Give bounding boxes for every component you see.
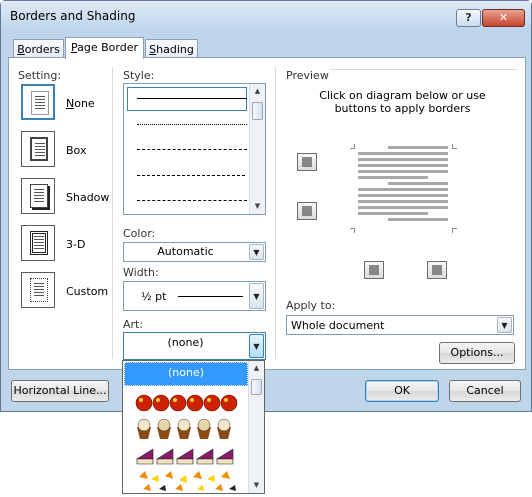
candy-corn-art-icon — [139, 471, 236, 491]
page-shadow-icon — [30, 184, 48, 208]
top-border-icon — [302, 157, 312, 167]
tab-page-border[interactable]: Page Border — [65, 37, 144, 59]
style-selected-item[interactable] — [127, 87, 247, 111]
preview-text-line — [388, 146, 448, 149]
balloons-art-icon — [135, 394, 238, 412]
page-custom-icon — [30, 278, 48, 302]
horizontal-line-button[interactable]: Horizontal Line... — [11, 380, 109, 402]
art-dropdown-list[interactable]: (none) ▲ ▼ — [122, 360, 265, 494]
style-solid-line[interactable] — [137, 98, 247, 99]
scroll-down-icon[interactable]: ▼ — [250, 199, 265, 214]
cake-slices-art-icon — [135, 448, 234, 465]
right-border-icon — [432, 265, 442, 275]
width-value: ½ pt — [141, 290, 167, 303]
scroll-up-icon[interactable]: ▲ — [249, 361, 264, 376]
setting-label: Setting: — [18, 69, 62, 82]
preview-rule — [330, 69, 517, 70]
page-box-icon — [30, 137, 48, 161]
preview-text-line — [358, 206, 448, 209]
dropdown-arrow-icon[interactable]: ▼ — [497, 317, 512, 333]
scroll-down-icon[interactable]: ▼ — [249, 478, 264, 493]
preview-text-line — [388, 182, 448, 185]
preview-text-line — [358, 164, 448, 167]
style-scrollbar[interactable]: ▲ ▼ — [249, 84, 265, 214]
width-combobox[interactable]: ½ pt ▼ — [123, 281, 266, 311]
preview-text-line — [358, 212, 428, 215]
art-option-balloons[interactable] — [135, 393, 239, 415]
art-value: (none) — [167, 336, 204, 349]
preview-instructions-2: buttons to apply borders — [334, 102, 471, 115]
setting-none-label: None — [66, 97, 95, 110]
style-dash-dot-line[interactable] — [137, 200, 247, 201]
setting-shadow-button[interactable] — [21, 178, 55, 214]
scroll-up-icon[interactable]: ▲ — [250, 84, 265, 99]
preview-text-line — [358, 200, 448, 203]
setting-none-button[interactable] — [21, 84, 55, 120]
preview-text-line — [358, 188, 448, 191]
dropdown-arrow-icon[interactable]: ▼ — [249, 283, 264, 309]
preview-text-line — [358, 152, 448, 155]
color-label: Color: — [123, 227, 156, 240]
style-label: Style: — [123, 69, 155, 82]
style-dashed-line[interactable] — [137, 149, 247, 150]
apply-to-value: Whole document — [291, 319, 385, 332]
preview-text-line — [358, 176, 428, 179]
page-3d-icon — [30, 231, 48, 255]
setting-custom-button[interactable] — [21, 272, 55, 308]
apply-to-combobox[interactable]: Whole document ▼ — [286, 315, 514, 335]
setting-3d-label: 3-D — [66, 238, 86, 251]
left-border-icon — [369, 265, 379, 275]
width-line-sample — [178, 296, 243, 297]
art-option-cupcakes[interactable] — [135, 418, 239, 441]
style-dotted-line[interactable] — [137, 124, 247, 125]
art-combobox[interactable]: (none) ▼ — [123, 332, 266, 360]
preview-label: Preview — [286, 69, 329, 82]
close-button[interactable]: ✕ — [482, 9, 525, 27]
help-button[interactable]: ? — [456, 9, 481, 27]
page-none-icon — [31, 91, 49, 115]
dropdown-arrow-icon[interactable]: ▼ — [249, 244, 264, 260]
preview-text-line — [358, 158, 448, 161]
setting-box-label: Box — [66, 144, 87, 157]
top-border-button[interactable] — [297, 153, 317, 171]
preview-text-line — [388, 218, 448, 221]
color-value: Automatic — [157, 245, 214, 258]
title-bar: Borders and Shading ? ✕ — [1, 1, 531, 33]
cancel-button[interactable]: Cancel — [449, 380, 521, 402]
scroll-thumb[interactable] — [252, 102, 263, 120]
setting-3d-button[interactable] — [21, 225, 55, 261]
width-label: Width: — [123, 266, 159, 279]
setting-box-button[interactable] — [21, 131, 55, 167]
cupcakes-art-icon — [137, 418, 231, 439]
art-option-none[interactable]: (none) — [124, 362, 248, 386]
style-long-dash-line[interactable] — [137, 175, 245, 176]
style-listbox[interactable]: ▲ ▼ — [123, 83, 266, 215]
dropdown-arrow-icon[interactable]: ▼ — [249, 334, 264, 358]
preview-text-line — [358, 194, 448, 197]
options-button[interactable]: Options... — [439, 342, 515, 364]
separator-right — [275, 67, 276, 359]
art-label: Art: — [123, 318, 144, 331]
art-option-candy-corn[interactable] — [135, 467, 239, 491]
tab-borders[interactable]: Borders — [13, 39, 64, 59]
bottom-border-button[interactable] — [297, 202, 317, 220]
art-list-scrollbar[interactable]: ▲ ▼ — [248, 361, 264, 493]
preview-instructions-1: Click on diagram below or use — [319, 89, 486, 102]
color-combobox[interactable]: Automatic ▼ — [123, 242, 266, 262]
ok-button[interactable]: OK — [365, 380, 439, 402]
scroll-thumb[interactable] — [251, 379, 262, 395]
borders-and-shading-dialog: Borders and Shading ? ✕ Borders Page Bor… — [0, 0, 532, 412]
left-border-button[interactable] — [364, 261, 384, 279]
tab-shading[interactable]: Shading — [145, 39, 198, 59]
separator-left — [112, 67, 113, 359]
apply-to-label: Apply to: — [286, 299, 336, 312]
bottom-border-icon — [302, 206, 312, 216]
preview-text-line — [358, 170, 448, 173]
right-border-button[interactable] — [427, 261, 447, 279]
setting-shadow-label: Shadow — [66, 191, 110, 204]
window-title: Borders and Shading — [10, 9, 136, 23]
art-option-cake-slices[interactable] — [135, 445, 239, 467]
setting-custom-label: Custom — [66, 285, 109, 298]
